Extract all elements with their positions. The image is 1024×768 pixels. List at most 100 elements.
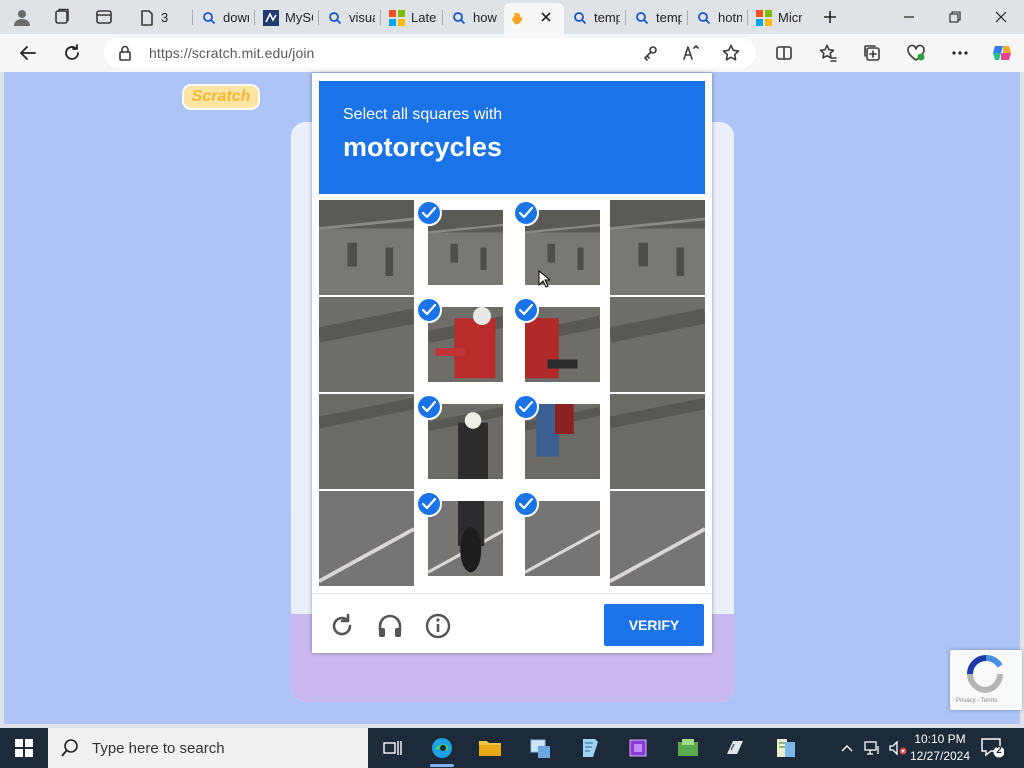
captcha-target: motorcycles [343,132,503,162]
back-arrow-icon [20,46,36,60]
plus-icon [824,11,836,23]
captcha-tile-r4-c3[interactable] [513,491,608,586]
taskbar-app-editor[interactable] [762,728,810,768]
network-status-icon[interactable] [864,740,882,756]
system-clock[interactable]: 10:10 PM 12/27/2024 [905,731,975,765]
captcha-tile-r4-c4[interactable] [610,491,705,586]
captcha-instruction: Select all squares with [343,106,503,123]
help-button[interactable] [424,612,452,640]
search-icon [61,739,78,757]
captcha-tile-r1-c3[interactable] [513,200,608,295]
tab-active-scratch[interactable] [504,3,564,34]
reload-challenge-button[interactable] [328,612,356,640]
taskbar-app-network[interactable] [664,728,712,768]
more-options-button[interactable] [944,38,976,68]
restore-button[interactable] [932,0,978,34]
scratch-logo[interactable]: Scratch [182,84,260,110]
close-tab-icon[interactable] [540,11,552,23]
close-window-button[interactable] [978,0,1024,34]
key-icon[interactable] [642,45,658,61]
page-icon [139,9,155,26]
captcha-footer: VERIFY [312,593,712,653]
collections-button[interactable] [856,38,888,68]
captcha-tile-r4-c2[interactable] [416,491,511,586]
captcha-tile-r2-c2[interactable] [416,297,511,392]
tab-6[interactable]: how [445,4,503,31]
captcha-tile-r1-c2[interactable] [416,200,511,295]
captcha-tile-r2-c4[interactable] [610,297,705,392]
back-button[interactable] [12,38,44,68]
tile-image [428,501,503,576]
privacy-terms-link[interactable]: Privacy - Terms [956,698,997,704]
split-screen-button[interactable] [768,38,800,68]
copilot-icon [993,46,1011,60]
checkmark-icon [513,491,539,517]
captcha-tile-r2-c1[interactable] [319,297,414,392]
notification-count: 2 [996,745,1002,756]
captcha-tile-r1-c4[interactable] [610,200,705,295]
new-tab-button[interactable] [815,4,845,30]
taskbar-edge[interactable] [418,728,466,768]
tab-8[interactable]: temp [566,4,626,31]
recaptcha-badge[interactable]: Privacy - Terms [950,650,1022,710]
url-text[interactable]: https://scratch.mit.edu/join [149,45,314,61]
profile-button[interactable] [7,4,37,30]
taskbar-app-media[interactable] [712,728,760,768]
refresh-button[interactable] [56,38,88,68]
read-aloud-icon[interactable] [682,44,700,62]
audio-challenge-button[interactable] [376,612,404,640]
search-icon [327,10,343,26]
microsoft-icon [389,9,405,26]
lock-icon[interactable] [118,45,132,61]
task-view-button[interactable] [368,728,416,768]
tab-10[interactable]: hotn [690,4,748,31]
captcha-tile-r4-c1[interactable] [319,491,414,586]
task-view-icon [383,741,402,755]
tile-image [319,491,414,586]
taskbar-app-chip[interactable] [614,728,662,768]
tab-5[interactable]: Lates [383,4,443,31]
captcha-tile-r3-c3[interactable] [513,394,608,489]
captcha-tile-r3-c4[interactable] [610,394,705,489]
tile-image [319,200,414,295]
captcha-tile-r3-c2[interactable] [416,394,511,489]
favorites-button[interactable] [812,38,844,68]
taskbar-search-box[interactable]: Type here to search [48,728,368,768]
search-icon [572,10,588,26]
clock-time: 10:10 PM [914,732,966,746]
minimize-button[interactable] [886,0,932,34]
checkmark-icon [513,200,539,226]
copilot-button[interactable] [986,38,1018,68]
start-button[interactable] [0,728,48,768]
captcha-tile-r3-c1[interactable] [319,394,414,489]
media-app-icon [727,741,743,754]
tab-11[interactable]: Micro [750,4,808,31]
browser-toolbar: https://scratch.mit.edu/join [0,34,1024,72]
address-bar[interactable]: https://scratch.mit.edu/join [104,38,756,68]
show-hidden-icons-chevron-icon[interactable] [840,743,854,753]
favorite-star-icon[interactable] [722,44,740,62]
taskbar-app-computer[interactable] [516,728,564,768]
workspaces-button[interactable] [47,4,77,30]
taskbar: Type here to search 10:10 PM 12/27/2024 … [0,728,1024,768]
tab-9[interactable]: temp [628,4,688,31]
taskbar-file-explorer[interactable] [466,728,514,768]
tile-image [610,200,705,295]
taskbar-app-notepad[interactable] [566,728,614,768]
notifications-button[interactable]: 2 [980,736,1006,760]
tab-1[interactable]: 3 [133,4,193,31]
tab-2[interactable]: dowr [195,4,255,31]
tab-3[interactable]: MySC [257,4,319,31]
verify-button[interactable]: VERIFY [604,604,704,646]
captcha-tile-r2-c3[interactable] [513,297,608,392]
profile-icon [14,10,30,26]
editor-app-icon [777,739,795,757]
notepad-icon [583,739,598,757]
browser-essentials-button[interactable] [900,38,932,68]
tab-4[interactable]: visua [321,4,381,31]
taskbar-search-placeholder: Type here to search [92,739,225,757]
search-icon [451,10,467,26]
tab-actions-button[interactable] [89,4,119,30]
captcha-tile-r1-c1[interactable] [319,200,414,295]
chip-icon [629,739,647,757]
